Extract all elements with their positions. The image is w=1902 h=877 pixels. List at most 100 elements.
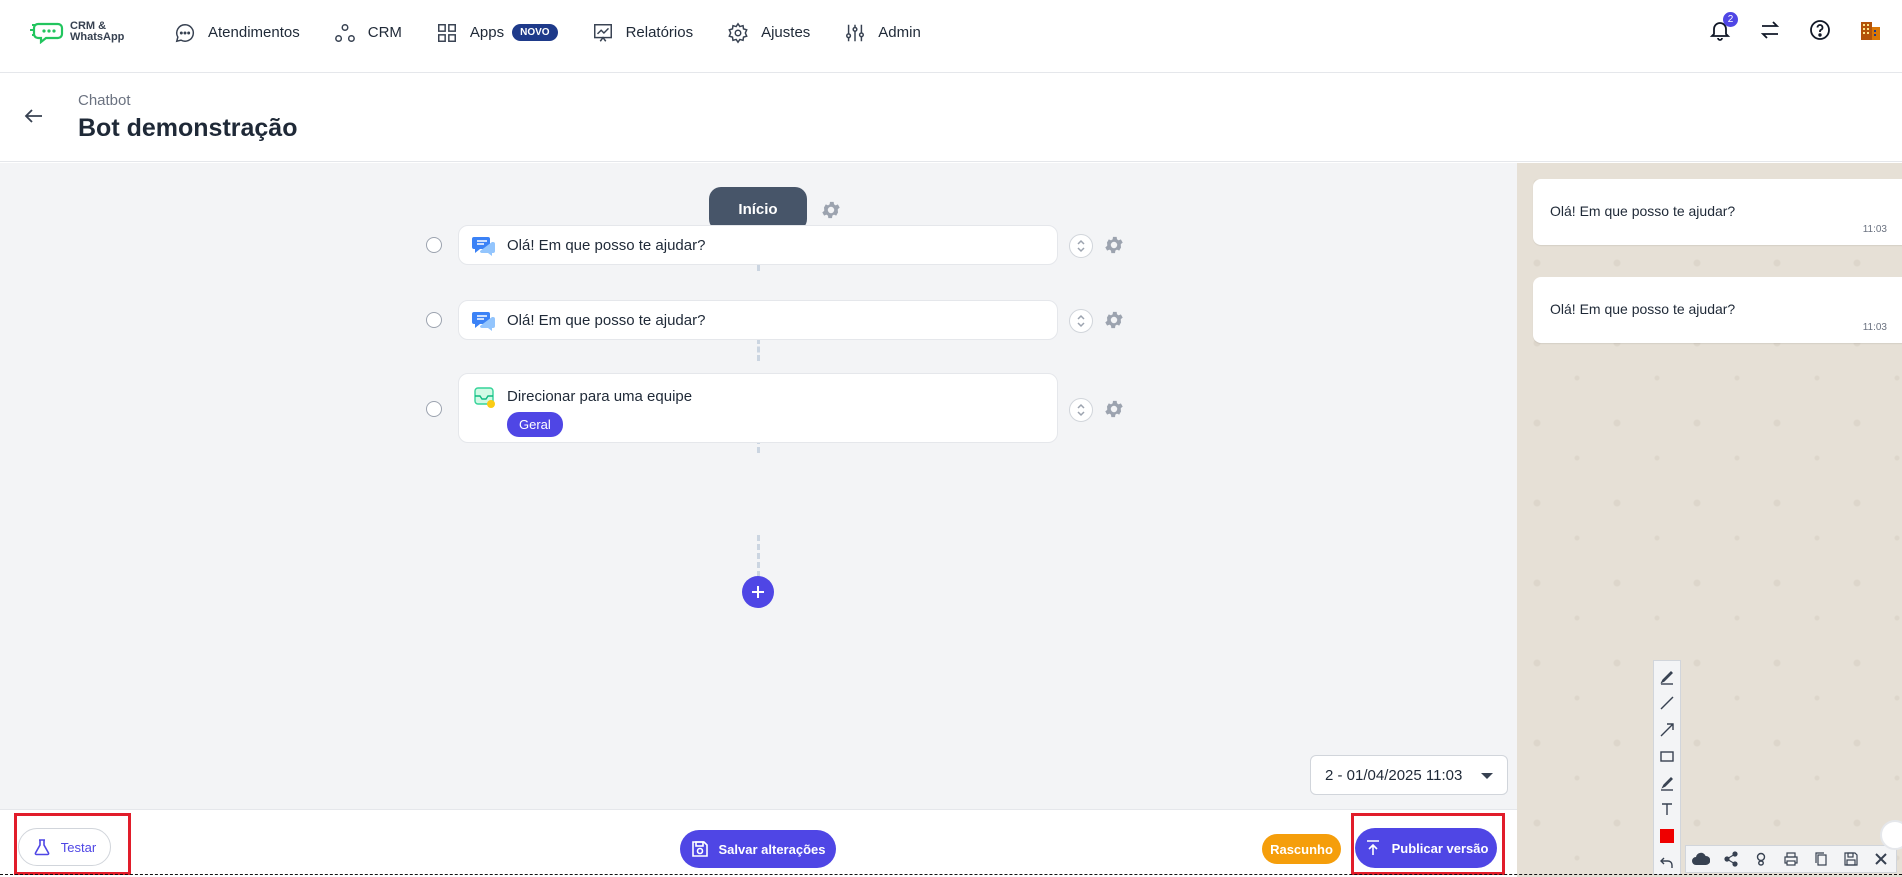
chat-message-text: Olá! Em que posso te ajudar? xyxy=(1550,301,1736,317)
save-changes-button[interactable]: Salvar alterações xyxy=(680,830,836,868)
step-settings-gear-icon[interactable] xyxy=(1103,234,1125,256)
line-icon xyxy=(1660,696,1674,710)
nav-admin[interactable]: Admin xyxy=(844,22,921,44)
nav-ajustes[interactable]: Ajustes xyxy=(727,22,810,44)
page-header: Chatbot Bot demonstração xyxy=(0,74,1902,162)
version-select-value: 2 - 01/04/2025 11:03 xyxy=(1325,766,1463,784)
nav-label: Relatórios xyxy=(625,24,694,41)
message-bubbles-icon xyxy=(472,237,495,256)
top-navigation: CRM & WhatsApp Atendimentos CRM Apps NOV… xyxy=(0,0,1902,73)
version-select[interactable]: 2 - 01/04/2025 11:03 xyxy=(1310,755,1508,795)
chat-message: Olá! Em que posso te ajudar? 11:03 xyxy=(1533,277,1902,343)
share-icon xyxy=(1724,851,1738,867)
save-tool[interactable] xyxy=(1840,848,1862,870)
flow-canvas[interactable]: Início Olá! Em que posso te ajudar? Olá!… xyxy=(0,163,1517,809)
print-tool[interactable] xyxy=(1780,848,1802,870)
arrow-tool[interactable] xyxy=(1657,718,1677,742)
color-swatch-icon xyxy=(1660,828,1674,843)
switch-button[interactable] xyxy=(1758,18,1782,42)
step-text: Direcionar para uma equipe xyxy=(507,388,693,405)
team-tag: Geral xyxy=(507,412,563,437)
bottom-action-bar: Testar Salvar alterações Rascunho Public… xyxy=(0,809,1517,877)
team-inbox-icon xyxy=(474,387,495,408)
color-tool[interactable] xyxy=(1657,824,1677,848)
notifications-button[interactable]: 2 xyxy=(1708,12,1738,42)
flow-step-message[interactable]: Olá! Em que posso te ajudar? xyxy=(458,225,1058,265)
marker-icon xyxy=(1661,776,1673,791)
step-settings-gear-icon[interactable] xyxy=(1103,309,1125,331)
step-select-radio[interactable] xyxy=(426,312,442,328)
logo-text: CRM & WhatsApp xyxy=(70,21,124,43)
chevron-up-down-icon xyxy=(1077,403,1085,417)
save-disk-icon xyxy=(691,841,708,857)
new-badge: NOVO xyxy=(512,24,558,41)
reorder-button[interactable] xyxy=(1069,398,1093,422)
nav-label: Ajustes xyxy=(761,24,811,41)
chevron-down-icon xyxy=(1481,773,1493,779)
step-select-radio[interactable] xyxy=(426,237,442,253)
back-arrow-icon[interactable] xyxy=(22,104,46,128)
rectangle-tool[interactable] xyxy=(1657,745,1677,769)
connector-line xyxy=(757,535,760,577)
chevron-up-down-icon xyxy=(1077,314,1085,328)
step-settings-gear-icon[interactable] xyxy=(1103,398,1125,420)
apps-grid-icon xyxy=(437,23,456,42)
copy-icon xyxy=(1815,852,1827,866)
google-tool[interactable] xyxy=(1750,848,1772,870)
report-chart-icon xyxy=(593,23,612,42)
copy-tool[interactable] xyxy=(1810,848,1832,870)
print-icon xyxy=(1784,852,1798,866)
save-button-label: Salvar alterações xyxy=(718,841,826,857)
flow-step-team[interactable]: Direcionar para uma equipe Geral xyxy=(458,373,1058,443)
marker-tool[interactable] xyxy=(1657,771,1677,795)
help-button[interactable] xyxy=(1808,18,1832,42)
nav-label: CRM xyxy=(367,24,402,41)
drawing-actions-bar xyxy=(1685,845,1897,873)
nav-crm[interactable]: CRM xyxy=(334,22,402,44)
start-settings-gear-icon[interactable] xyxy=(820,199,842,221)
rectangle-icon xyxy=(1660,751,1674,762)
chat-message: Olá! Em que posso te ajudar? 11:03 xyxy=(1533,179,1902,245)
highlight-box xyxy=(1351,813,1505,875)
arrow-icon xyxy=(1660,723,1674,737)
close-tool[interactable] xyxy=(1870,848,1892,870)
step-select-radio[interactable] xyxy=(426,401,442,417)
line-tool[interactable] xyxy=(1657,692,1677,716)
text-tool[interactable] xyxy=(1657,798,1677,822)
flow-step-message[interactable]: Olá! Em que posso te ajudar? xyxy=(458,300,1058,340)
floating-widget-button[interactable] xyxy=(1880,820,1902,850)
nav-apps[interactable]: Apps NOVO xyxy=(436,22,558,44)
drawing-toolbar xyxy=(1653,660,1681,875)
company-button[interactable] xyxy=(1858,18,1882,42)
cloud-upload-icon xyxy=(1692,852,1710,865)
top-right-actions: 2 xyxy=(1708,12,1882,42)
reorder-button[interactable] xyxy=(1069,234,1093,258)
floppy-icon xyxy=(1844,852,1858,866)
help-circle-icon xyxy=(1810,20,1830,40)
message-bubbles-icon xyxy=(472,312,495,331)
building-icon xyxy=(1861,22,1880,40)
logo[interactable]: CRM & WhatsApp xyxy=(30,20,124,44)
selection-dashed-border xyxy=(0,874,1902,875)
reorder-button[interactable] xyxy=(1069,309,1093,333)
upload-tool[interactable] xyxy=(1690,848,1712,870)
nav-atendimentos[interactable]: Atendimentos xyxy=(174,22,300,44)
undo-tool[interactable] xyxy=(1657,851,1677,875)
text-icon xyxy=(1662,803,1672,816)
pen-tool[interactable] xyxy=(1657,665,1677,689)
plus-icon xyxy=(752,586,764,598)
chat-message-text: Olá! Em que posso te ajudar? xyxy=(1550,203,1736,219)
share-tool[interactable] xyxy=(1720,848,1742,870)
chat-background-pattern xyxy=(1517,163,1902,877)
breadcrumb[interactable]: Chatbot xyxy=(78,92,131,109)
add-step-button[interactable] xyxy=(742,576,774,608)
step-text: Olá! Em que posso te ajudar? xyxy=(507,312,706,329)
chevron-up-down-icon xyxy=(1077,239,1085,253)
sliders-icon xyxy=(846,24,865,41)
notification-count: 2 xyxy=(1723,12,1738,27)
nav-relatorios[interactable]: Relatórios xyxy=(592,22,694,44)
main-menu: Atendimentos CRM Apps NOVO Relatórios Aj… xyxy=(174,0,921,65)
highlight-box xyxy=(14,813,131,875)
crm-nodes-icon xyxy=(334,23,355,42)
logo-icon xyxy=(30,22,64,44)
